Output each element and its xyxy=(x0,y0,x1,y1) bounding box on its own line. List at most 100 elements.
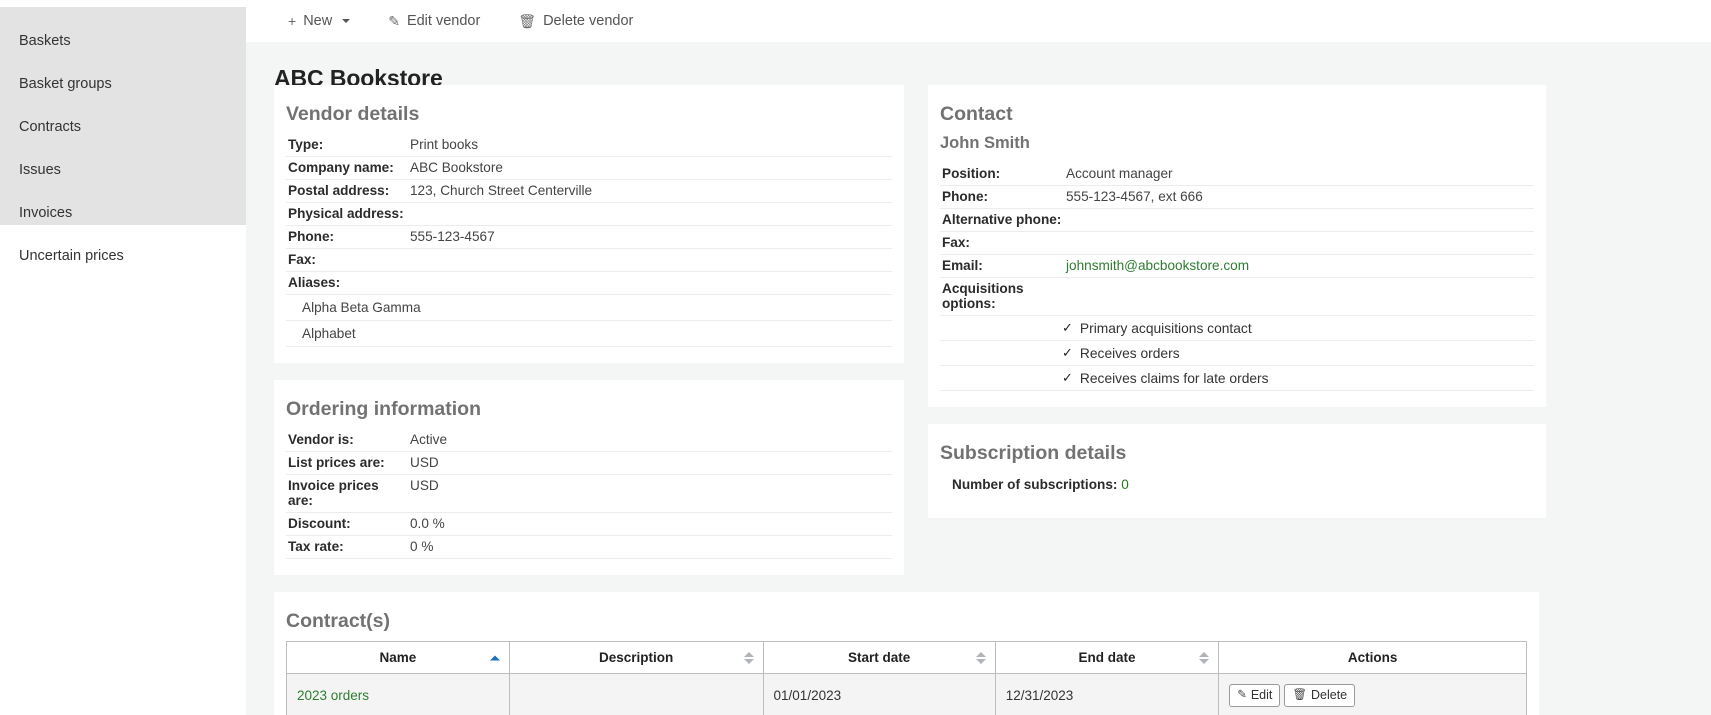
acquisitions-options-row: Acquisitions options: xyxy=(940,278,1534,316)
delete-contract-button[interactable]: 🗑 Delete xyxy=(1284,684,1355,707)
subscription-count-line: Number of subscriptions: 0 xyxy=(940,477,1534,492)
acquisitions-option-label: Receives orders xyxy=(1080,346,1180,361)
ordering-row: Tax rate: 0 % xyxy=(286,536,892,559)
ordering-row: Discount: 0.0 % xyxy=(286,513,892,536)
postal-address-value: 123, Church Street Centerville xyxy=(406,183,592,198)
company-name-value: ABC Bookstore xyxy=(406,160,503,175)
edit-contract-button[interactable]: ✎ Edit xyxy=(1229,684,1280,707)
column-header-actions: Actions xyxy=(1219,642,1527,674)
acquisitions-option-item: ✓ Receives orders xyxy=(940,341,1534,366)
acquisitions-option-label: Receives claims for late orders xyxy=(1080,371,1269,386)
contact-fax-label: Fax: xyxy=(940,235,1062,250)
acquisitions-options-label: Acquisitions options: xyxy=(940,281,1062,311)
sort-both-icon xyxy=(1199,652,1209,664)
sidebar-item-basket-groups[interactable]: Basket groups xyxy=(0,68,246,100)
ordering-row: Invoice prices are: USD xyxy=(286,475,892,513)
vendor-detail-row: Phone: 555-123-4567 xyxy=(286,226,892,249)
subscription-count-label: Number of subscriptions: xyxy=(952,477,1117,492)
trash-icon: 🗑 xyxy=(518,14,536,28)
right-column: Contact John Smith Position: Account man… xyxy=(928,85,1546,535)
alias-item: Alpha Beta Gamma xyxy=(286,295,892,321)
plus-icon: + xyxy=(288,14,296,28)
main-region: + New ✎ Edit vendor 🗑 Delete vendor ABC … xyxy=(246,0,1711,715)
cell-contract-actions: ✎ Edit 🗑 Delete xyxy=(1219,674,1527,715)
sort-ascending-icon xyxy=(490,655,500,660)
vendor-fax-label: Fax: xyxy=(286,252,406,267)
acquisitions-option-item: ✓ Primary acquisitions contact xyxy=(940,316,1534,341)
edit-vendor-label: Edit vendor xyxy=(407,13,480,29)
column-header-name-label: Name xyxy=(379,650,416,665)
vendor-details-list: Type: Print books Company name: ABC Book… xyxy=(286,134,892,347)
sidebar-item-issues[interactable]: Issues xyxy=(0,154,246,186)
edit-contract-label: Edit xyxy=(1251,687,1273,704)
sidebar-item-invoices[interactable]: Invoices xyxy=(0,197,246,229)
subscription-count-value[interactable]: 0 xyxy=(1121,477,1129,492)
vendor-is-value: Active xyxy=(406,432,447,447)
trash-icon: 🗑 xyxy=(1292,687,1307,704)
vendor-detail-row: Company name: ABC Bookstore xyxy=(286,157,892,180)
contracts-table: Name Description Start date xyxy=(286,641,1527,715)
chevron-down-icon xyxy=(342,19,350,23)
edit-vendor-button[interactable]: ✎ Edit vendor xyxy=(382,9,486,33)
cell-contract-description xyxy=(509,674,763,715)
contact-row: Alternative phone: xyxy=(940,209,1534,232)
contract-name-link[interactable]: 2023 orders xyxy=(297,688,369,703)
vendor-detail-row: Type: Print books xyxy=(286,134,892,157)
sidebar: Baskets Basket groups Contracts Issues I… xyxy=(0,7,246,225)
new-button-label: New xyxy=(303,13,332,29)
column-header-description[interactable]: Description xyxy=(509,642,763,674)
check-icon: ✓ xyxy=(1062,345,1073,361)
column-header-start-date[interactable]: Start date xyxy=(763,642,995,674)
alias-item: Alphabet xyxy=(286,321,892,347)
contact-row: Fax: xyxy=(940,232,1534,255)
check-icon: ✓ xyxy=(1062,370,1073,386)
action-toolbar: + New ✎ Edit vendor 🗑 Delete vendor xyxy=(246,0,1711,42)
ordering-information-list: Vendor is: Active List prices are: USD I… xyxy=(286,429,892,559)
sidebar-item-contracts[interactable]: Contracts xyxy=(0,111,246,143)
delete-vendor-button[interactable]: 🗑 Delete vendor xyxy=(512,9,639,33)
sidebar-item-baskets[interactable]: Baskets xyxy=(0,25,246,57)
new-button[interactable]: + New xyxy=(282,9,356,33)
cell-contract-name: 2023 orders xyxy=(287,674,510,715)
app-window: Baskets Basket groups Contracts Issues I… xyxy=(0,0,1711,715)
company-name-label: Company name: xyxy=(286,160,406,175)
invoice-prices-label: Invoice prices are: xyxy=(286,478,406,508)
contact-row: Position: Account manager xyxy=(940,163,1534,186)
contact-name: John Smith xyxy=(940,134,1534,153)
table-header-row: Name Description Start date xyxy=(287,642,1527,674)
contact-phone-value: 555-123-4567, ext 666 xyxy=(1062,189,1203,204)
ordering-row: List prices are: USD xyxy=(286,452,892,475)
ordering-information-panel: Ordering information Vendor is: Active L… xyxy=(274,380,904,575)
discount-label: Discount: xyxy=(286,516,406,531)
table-row: 2023 orders 01/01/2023 12/31/2023 ✎ xyxy=(287,674,1527,715)
column-header-name[interactable]: Name xyxy=(287,642,510,674)
column-header-start-date-label: Start date xyxy=(848,650,910,665)
sort-both-icon xyxy=(744,652,754,664)
acquisitions-option-label: Primary acquisitions contact xyxy=(1080,321,1252,336)
vendor-phone-label: Phone: xyxy=(286,229,406,244)
acquisitions-options-label-line2: options: xyxy=(942,296,996,311)
subscription-details-heading: Subscription details xyxy=(940,442,1534,465)
aliases-label: Aliases: xyxy=(286,275,406,290)
acquisitions-options-label-line1: Acquisitions xyxy=(942,281,1024,296)
discount-value: 0.0 % xyxy=(406,516,445,531)
column-header-end-date[interactable]: End date xyxy=(995,642,1218,674)
list-prices-value: USD xyxy=(406,455,439,470)
sort-both-icon xyxy=(976,652,986,664)
contracts-table-head: Name Description Start date xyxy=(287,642,1527,674)
tax-rate-value: 0 % xyxy=(406,539,433,554)
contracts-heading: Contract(s) xyxy=(286,610,1527,633)
column-header-description-label: Description xyxy=(599,650,673,665)
delete-vendor-label: Delete vendor xyxy=(543,13,633,29)
vendor-details-heading: Vendor details xyxy=(286,103,892,126)
postal-address-label: Postal address: xyxy=(286,183,406,198)
contracts-table-body: 2023 orders 01/01/2023 12/31/2023 ✎ xyxy=(287,674,1527,715)
subscription-details-panel: Subscription details Number of subscript… xyxy=(928,424,1546,518)
vendor-phone-value: 555-123-4567 xyxy=(406,229,495,244)
contact-row: Email: johnsmith@abcbookstore.com xyxy=(940,255,1534,278)
contact-email-link[interactable]: johnsmith@abcbookstore.com xyxy=(1066,258,1249,273)
vendor-type-value: Print books xyxy=(406,137,478,152)
sidebar-item-uncertain-prices[interactable]: Uncertain prices xyxy=(0,240,246,272)
column-header-actions-label: Actions xyxy=(1348,650,1398,665)
ordering-row: Vendor is: Active xyxy=(286,429,892,452)
